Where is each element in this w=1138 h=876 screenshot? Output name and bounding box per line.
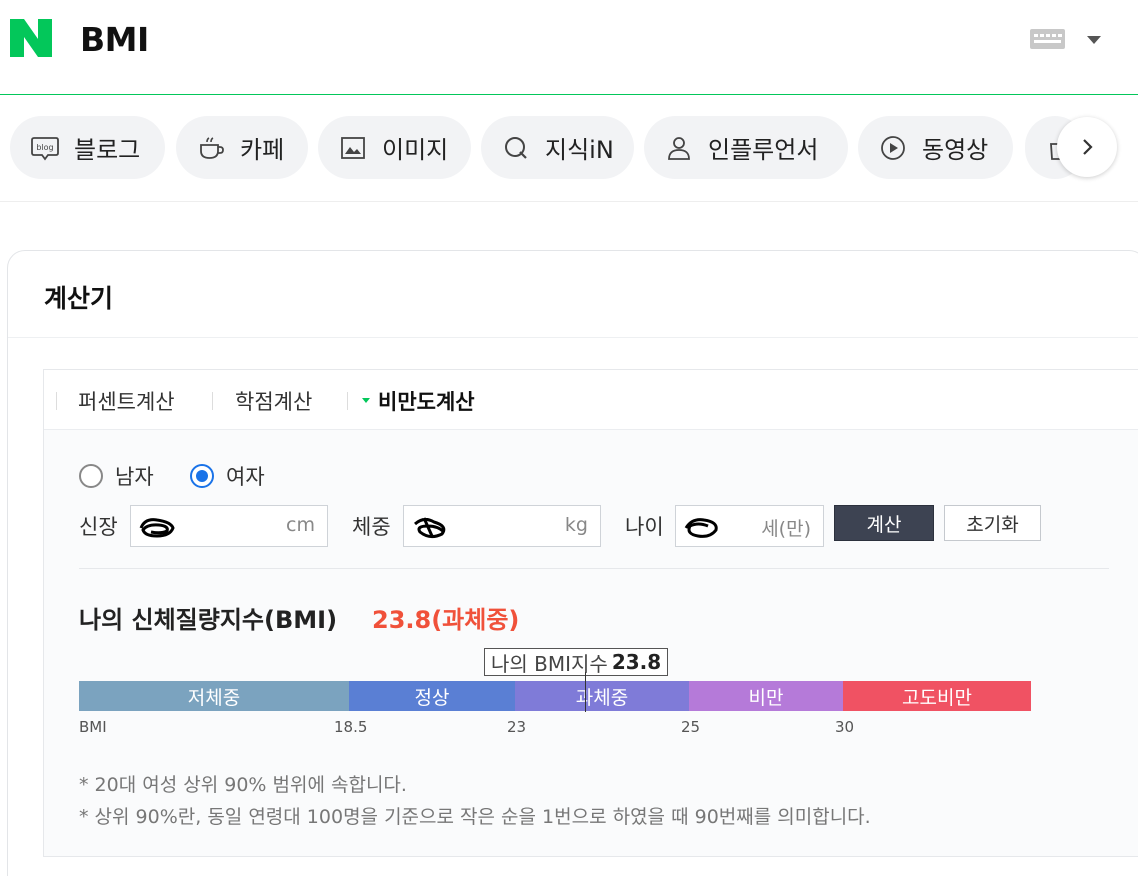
- calculate-button[interactable]: 계산: [834, 505, 934, 541]
- radio-label: 남자: [115, 465, 154, 489]
- age-input[interactable]: 세(만): [675, 505, 824, 547]
- marker-value: 23.8: [611, 650, 662, 674]
- tab-grade-calc[interactable]: 학점계산: [235, 386, 312, 416]
- cafe-cup-icon: [200, 136, 224, 159]
- bmi-tick-label: BMI: [79, 718, 107, 736]
- weight-label: 체중: [352, 515, 391, 539]
- search-query-title[interactable]: BMI: [80, 20, 149, 59]
- tab-bmi-calc[interactable]: 비만도계산: [378, 386, 475, 416]
- tab-label: 동영상: [922, 136, 989, 164]
- age-label: 나이: [625, 515, 664, 539]
- tab-kin[interactable]: 지식iN: [481, 116, 634, 179]
- bar-label: 저체중: [187, 686, 241, 709]
- height-label: 신장: [79, 515, 118, 539]
- tab-image[interactable]: 이미지: [318, 116, 471, 179]
- reset-button[interactable]: 초기화: [944, 505, 1041, 541]
- active-tab-indicator-icon: [362, 398, 370, 403]
- divider: [56, 392, 57, 410]
- bmi-result-value: 23.8(과체중): [372, 606, 520, 634]
- bmi-tick-label: 18.5: [334, 718, 368, 736]
- bmi-note: * 20대 여성 상위 90% 범위에 속합니다.: [79, 774, 407, 796]
- search-category-tabs: blog 블로그 카페 이미지 지식iN 인플루언서 동영상: [0, 96, 1138, 202]
- bmi-result-title: 나의 신체질량지수(BMI): [79, 606, 338, 634]
- chevron-down-icon[interactable]: [1087, 36, 1101, 44]
- bmi-bar-severe-obese: 고도비만: [843, 681, 1031, 711]
- redacted-scribble: [139, 518, 175, 538]
- svg-text:blog: blog: [36, 143, 53, 152]
- tabs-next-button[interactable]: [1057, 117, 1117, 177]
- tab-label: 이미지: [382, 136, 449, 164]
- tab-percent-calc[interactable]: 퍼센트계산: [78, 386, 175, 416]
- weight-input[interactable]: kg: [403, 505, 601, 547]
- keyboard-icon[interactable]: [1030, 29, 1065, 49]
- redacted-scribble: [684, 518, 718, 538]
- calculator-tabs: 퍼센트계산 학점계산 비만도계산: [44, 370, 1138, 430]
- divider: [212, 392, 213, 410]
- play-icon: [881, 135, 905, 160]
- weight-unit: kg: [564, 514, 588, 536]
- bmi-bar-underweight: 저체중: [79, 681, 349, 711]
- tab-label: 블로그: [74, 136, 141, 164]
- bar-label: 과체중: [575, 686, 629, 709]
- redacted-scribble: [414, 517, 446, 539]
- search-header: BMI: [0, 0, 1138, 95]
- card-title: 계산기: [44, 284, 114, 313]
- bar-label: 고도비만: [902, 686, 972, 709]
- marker-text: 나의 BMI지수: [491, 651, 608, 676]
- radio-label: 여자: [226, 465, 265, 489]
- bar-label: 정상: [414, 686, 450, 709]
- gender-male-radio[interactable]: 남자: [79, 461, 154, 491]
- chevron-right-icon: [1083, 139, 1093, 155]
- bmi-bar-obese: 비만: [689, 681, 843, 711]
- image-icon: [341, 136, 365, 159]
- tab-cafe[interactable]: 카페: [176, 116, 308, 179]
- bmi-tick-label: 25: [681, 718, 701, 736]
- divider: [347, 392, 348, 410]
- gender-female-radio[interactable]: 여자: [190, 461, 265, 491]
- tab-video[interactable]: 동영상: [858, 116, 1013, 179]
- radio-circle-selected[interactable]: [190, 464, 214, 488]
- bmi-tick-label: 30: [835, 718, 855, 736]
- person-icon: [668, 136, 690, 160]
- bmi-bar-overweight: 과체중: [515, 681, 689, 711]
- tab-blog[interactable]: blog 블로그: [10, 116, 165, 179]
- bmi-note: * 상위 90%란, 동일 연령대 100명을 기준으로 작은 순을 1번으로 …: [79, 806, 871, 828]
- bmi-bar-normal: 정상: [349, 681, 515, 711]
- bmi-tick-label: 23: [507, 718, 527, 736]
- calculator-card: 계산기 퍼센트계산 학점계산 비만도계산 남자 여자 신장 cm 체중 kg 나…: [7, 250, 1138, 876]
- tab-label: 지식iN: [545, 136, 614, 164]
- naver-logo-icon[interactable]: [10, 19, 52, 57]
- tab-label: 인플루언서: [708, 136, 819, 164]
- bmi-marker-line: [585, 672, 586, 712]
- bar-label: 비만: [748, 686, 784, 709]
- bmi-marker-label: 나의 BMI지수 23.8: [484, 648, 669, 676]
- kin-q-icon: [505, 136, 527, 159]
- height-input[interactable]: cm: [130, 505, 328, 547]
- height-unit: cm: [286, 514, 315, 536]
- age-unit: 세(만): [761, 518, 811, 540]
- radio-circle[interactable]: [79, 464, 103, 488]
- blog-icon: blog: [31, 136, 59, 160]
- divider: [8, 337, 1138, 338]
- divider: [79, 568, 1109, 569]
- tab-influencer[interactable]: 인플루언서: [644, 116, 848, 179]
- tab-label: 카페: [240, 136, 285, 164]
- calculator-panel: 퍼센트계산 학점계산 비만도계산 남자 여자 신장 cm 체중 kg 나이 세(…: [43, 369, 1138, 857]
